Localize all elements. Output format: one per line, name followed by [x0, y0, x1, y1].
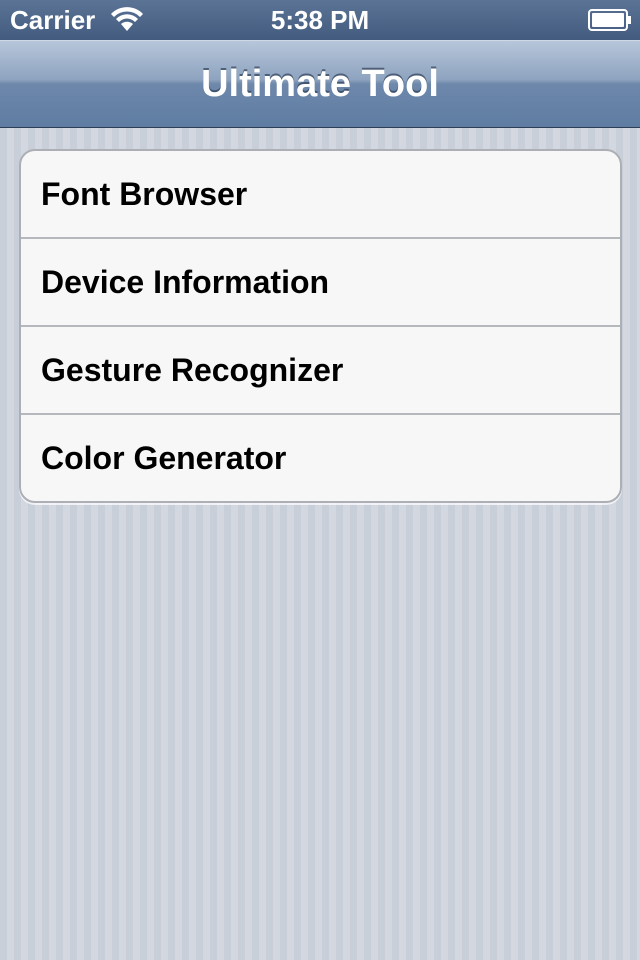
tool-list: Font Browser Device Information Gesture … [19, 149, 622, 503]
list-item-label: Device Information [41, 263, 330, 300]
status-bar: Carrier 5:38 PM [0, 0, 640, 40]
list-item-font-browser[interactable]: Font Browser [21, 151, 620, 239]
page-title: Ultimate Tool [201, 63, 439, 105]
list-item-label: Color Generator [41, 439, 287, 476]
list-item-label: Font Browser [41, 175, 248, 212]
list-item-label: Gesture Recognizer [41, 351, 344, 388]
navigation-bar: Ultimate Tool [0, 40, 640, 128]
list-item-gesture-recognizer[interactable]: Gesture Recognizer [21, 327, 620, 415]
battery-icon [588, 9, 631, 31]
status-time: 5:38 PM [270, 5, 370, 35]
list-item-device-information[interactable]: Device Information [21, 239, 620, 327]
list-item-color-generator[interactable]: Color Generator [21, 415, 620, 501]
